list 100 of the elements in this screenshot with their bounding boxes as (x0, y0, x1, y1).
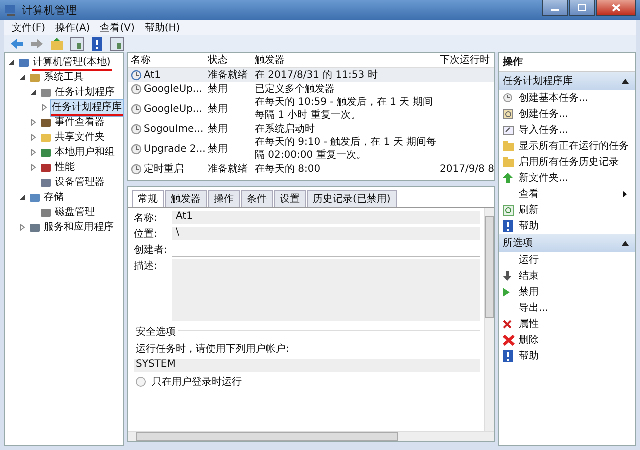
clock-icon (131, 104, 142, 114)
scrollbar[interactable] (484, 208, 494, 431)
action-item[interactable]: 删除 (519, 333, 539, 347)
column-header[interactable]: 名称 (128, 53, 205, 67)
prompt-text: 运行任务时，请使用下列用户帐户: (135, 342, 290, 356)
task-row[interactable]: Upgrade 2... 禁用 在每天的 9:10 - 触发后，在 1 天 期间每隔 02:00:00 重复一次。 (128, 136, 494, 162)
tree-item[interactable]: 服务和应用程序 (43, 220, 115, 236)
tree-item[interactable]: 设备管理器 (54, 174, 106, 190)
collapse-icon[interactable] (622, 240, 629, 246)
task-row[interactable]: 定时重启 准备就绪 在每天的 8:00 2017/9/8 8 (128, 162, 494, 176)
node-icon (40, 206, 52, 218)
field-label: 位置: (134, 228, 158, 241)
panel-icon[interactable] (70, 36, 84, 50)
tree-item[interactable]: 计算机管理(本地) (32, 54, 112, 70)
action-item[interactable]: 帮助 (519, 349, 539, 363)
task-row[interactable]: GoogleUp... 禁用 在每天的 10:59 - 触发后，在 1 天 期间每隔 1 小时 重复一次。 (128, 96, 494, 122)
menu-item[interactable]: 帮助(H) (144, 20, 180, 34)
tree-item[interactable]: 性能 (54, 160, 76, 176)
table-cell: 禁用 (208, 142, 228, 156)
action-item[interactable]: 创建基本任务... (519, 91, 589, 105)
tab[interactable]: 设置 (274, 190, 306, 207)
folder-icon (503, 141, 514, 151)
action-item[interactable]: 查看 (519, 187, 539, 201)
field-value: At1 (172, 211, 480, 224)
task-row[interactable]: GoogleUp... 禁用 已定义多个触发器 (128, 82, 494, 96)
arrow-down-icon (503, 271, 512, 281)
table-cell: 定时重启 (144, 162, 184, 176)
action-item[interactable]: 禁用 (519, 285, 539, 299)
column-header[interactable]: 下次运行时 (437, 53, 494, 67)
minimize-button[interactable] (542, 0, 568, 16)
tree-item[interactable]: 磁盘管理 (54, 204, 96, 220)
field-value: \ (172, 227, 480, 240)
cross-icon (503, 320, 512, 328)
menu-item[interactable]: 操作(A) (56, 20, 90, 34)
forward-icon[interactable] (30, 38, 44, 50)
expander-icon[interactable] (19, 194, 27, 201)
node-icon (40, 116, 52, 128)
task-row[interactable]: At1 准备就绪 在 2017/8/31 的 11:53 时 (128, 68, 494, 82)
tree-item[interactable]: 本地用户和组 (54, 144, 116, 160)
action-item[interactable]: 帮助 (519, 219, 539, 233)
node-icon (40, 162, 52, 174)
action-item[interactable]: 显示所有正在运行的任务 (519, 139, 629, 153)
task-row[interactable]: SogouIme... 禁用 在系统启动时 (128, 122, 494, 136)
action-item[interactable]: 启用所有任务历史记录 (519, 155, 619, 169)
tab[interactable]: 条件 (241, 190, 273, 207)
panel-icon[interactable] (110, 36, 124, 50)
tree-item[interactable]: 事件查看器 (54, 114, 106, 130)
radio-button[interactable] (136, 377, 146, 387)
section-header[interactable]: 所选项 (499, 234, 635, 252)
action-item[interactable]: 导出... (519, 301, 549, 315)
field-label: 描述: (134, 260, 158, 273)
collapse-icon[interactable] (622, 78, 629, 84)
action-item[interactable]: 结束 (519, 269, 539, 283)
table-cell: 在每天的 9:10 - 触发后，在 1 天 期间每隔 02:00:00 重复一次。 (255, 136, 437, 162)
action-item[interactable]: 运行 (519, 253, 539, 267)
scrollbar[interactable] (128, 431, 494, 441)
table-cell: SogouIme... (144, 122, 204, 136)
account-field: SYSTEM (134, 359, 480, 372)
action-item[interactable]: 创建任务... (519, 107, 569, 121)
table-cell: 在每天的 8:00 (255, 162, 321, 176)
tab[interactable]: 操作 (208, 190, 240, 207)
clock-icon (131, 84, 142, 94)
table-cell: Upgrade 2... (144, 142, 206, 156)
menu-item[interactable]: 查看(V) (100, 20, 135, 34)
folder-up-icon[interactable] (50, 36, 64, 50)
table-cell: GoogleUp... (144, 82, 202, 96)
help-icon[interactable] (90, 36, 104, 50)
node-icon (40, 146, 52, 158)
clock-icon (131, 70, 142, 80)
tree-item[interactable]: 存储 (43, 190, 65, 206)
tab[interactable]: 历史记录(已禁用) (307, 190, 397, 207)
action-item[interactable]: 新文件夹... (519, 171, 569, 185)
tree-item[interactable]: 任务计划程序库 (51, 100, 123, 116)
table-cell: At1 (144, 68, 161, 82)
tab[interactable]: 触发器 (165, 190, 207, 207)
group-title: 安全选项 (134, 325, 178, 339)
expander-icon[interactable] (8, 59, 16, 66)
expander-icon[interactable] (19, 74, 27, 81)
expander-icon[interactable] (30, 89, 38, 96)
back-icon[interactable] (10, 38, 24, 50)
arrow-up-icon (503, 173, 513, 183)
tree-item[interactable]: 系统工具 (43, 70, 85, 86)
column-header[interactable]: 触发器 (252, 53, 437, 67)
task-icon (503, 108, 514, 120)
tab[interactable]: 常规 (132, 190, 164, 207)
node-icon (40, 132, 52, 144)
close-button[interactable] (596, 0, 636, 16)
action-item[interactable]: 属性 (519, 317, 539, 331)
refresh-icon (503, 204, 514, 216)
delete-icon (503, 334, 515, 346)
action-item[interactable]: 刷新 (519, 203, 539, 217)
menu-item[interactable]: 文件(F) (12, 20, 46, 34)
clock-icon (503, 93, 513, 103)
section-header[interactable]: 任务计划程序库 (499, 72, 635, 90)
maximize-button[interactable] (569, 0, 595, 16)
column-header[interactable]: 状态 (205, 53, 252, 67)
action-item[interactable]: 导入任务... (519, 123, 569, 137)
tree-item[interactable]: 共享文件夹 (54, 130, 106, 146)
table-cell: 2017/9/8 8 (440, 162, 494, 176)
maximize-icon (578, 4, 586, 11)
